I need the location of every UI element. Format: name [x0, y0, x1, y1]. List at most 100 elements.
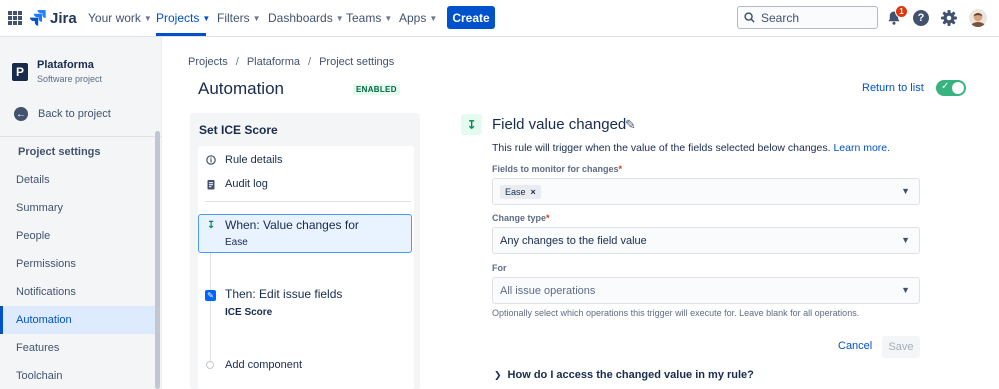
rule-details-link[interactable]: Rule details [206, 154, 282, 166]
selected-field-label: Ease [505, 186, 526, 197]
rule-enabled-toggle[interactable]: ✓ [936, 80, 966, 96]
rule-name: Set ICE Score [199, 123, 278, 137]
breadcrumb: Projects / Plataforma / Project settings [188, 56, 394, 68]
back-to-project-label: Back to project [38, 108, 111, 120]
sidebar-active-indicator [0, 306, 3, 334]
breadcrumb-separator: / [235, 56, 239, 68]
notification-count-badge: 1 [895, 5, 908, 18]
back-to-project-link[interactable]: ← Back to project [14, 107, 111, 121]
jira-logo[interactable]: Jira [30, 9, 77, 27]
chevron-down-icon: ▼ [202, 13, 211, 23]
sidebar-item-automation[interactable]: Automation [16, 314, 72, 326]
chevron-down-icon: ▼ [901, 235, 910, 245]
nav-projects-label: Projects [156, 11, 200, 25]
audit-log-link[interactable]: Audit log [206, 178, 268, 190]
field-changed-icon: ↧ [461, 114, 482, 135]
cancel-button[interactable]: Cancel [838, 340, 872, 352]
clipboard-icon [207, 179, 215, 189]
arrow-left-icon: ← [14, 107, 28, 121]
sidebar-heading: Project settings [18, 146, 101, 158]
breadcrumb-projects[interactable]: Projects [188, 56, 228, 68]
jira-logo-icon [30, 10, 46, 26]
fields-to-monitor-select[interactable]: Ease × ▼ [492, 178, 920, 205]
trigger-icon: ↧ [207, 220, 216, 231]
rule-connector-line [210, 253, 211, 361]
for-operations-placeholder: All issue operations [500, 284, 596, 297]
nav-dashboards-label: Dashboards [268, 11, 333, 25]
nav-apps-label: Apps [399, 11, 427, 25]
project-name: Plataforma [37, 59, 94, 71]
breadcrumb-project-settings[interactable]: Project settings [319, 56, 394, 68]
nav-dashboards[interactable]: Dashboards ▼ [268, 11, 344, 25]
change-type-value: Any changes to the field value [500, 234, 647, 247]
nav-teams-label: Teams [346, 11, 382, 25]
required-marker: * [618, 164, 623, 174]
component-title: Field value changed [492, 116, 627, 133]
info-icon [206, 155, 216, 165]
project-type: Software project [37, 74, 103, 84]
chevron-right-icon: ❯ [494, 369, 502, 380]
action-label[interactable]: Then: Edit issue fields [225, 287, 342, 301]
gear-icon[interactable] [940, 9, 958, 27]
check-icon: ✓ [941, 81, 950, 92]
app-switcher-icon[interactable] [8, 11, 22, 25]
breadcrumb-plataforma[interactable]: Plataforma [247, 56, 300, 68]
chevron-down-icon: ▼ [384, 13, 393, 23]
component-description: This rule will trigger when the value of… [492, 142, 890, 154]
edit-title-icon[interactable]: ✎ [625, 117, 636, 133]
learn-more-link[interactable]: Learn more. [833, 142, 890, 154]
nav-teams[interactable]: Teams ▼ [346, 11, 392, 25]
sidebar-item-notifications[interactable]: Notifications [16, 286, 76, 298]
chevron-down-icon: ▼ [252, 13, 261, 23]
add-component-dot [206, 361, 214, 369]
chevron-down-icon: ▼ [335, 13, 344, 23]
jira-logo-text: Jira [50, 9, 77, 27]
chevron-down-icon: ▼ [429, 13, 438, 23]
search-placeholder: Search [761, 10, 800, 25]
change-type-text: Change type [492, 213, 547, 223]
change-type-select[interactable]: Any changes to the field value ▼ [492, 227, 920, 254]
nav-apps[interactable]: Apps ▼ [399, 11, 437, 25]
action-field: ICE Score [225, 307, 273, 318]
help-icon[interactable]: ? [913, 10, 929, 26]
add-component-link[interactable]: Add component [225, 359, 302, 371]
avatar[interactable] [969, 9, 987, 27]
sidebar-divider [0, 136, 161, 137]
project-avatar: P [12, 63, 28, 81]
sidebar-item-permissions[interactable]: Permissions [16, 258, 76, 270]
nav-active-indicator [156, 33, 206, 36]
sidebar-item-features[interactable]: Features [16, 342, 59, 354]
pencil-icon: ✎ [205, 290, 216, 301]
sidebar-item-people[interactable]: People [16, 230, 50, 242]
sidebar-item-summary[interactable]: Summary [16, 202, 63, 214]
chevron-down-icon: ▼ [901, 186, 910, 196]
faq-expander[interactable]: ❯ How do I access the changed value in m… [494, 369, 754, 381]
sidebar-scrollbar[interactable] [155, 131, 160, 389]
status-badge: ENABLED [353, 84, 400, 95]
search-icon [744, 12, 755, 23]
selected-field-tag: Ease × [500, 184, 541, 199]
for-operations-select[interactable]: All issue operations ▼ [492, 277, 920, 304]
search-input[interactable]: Search [737, 6, 878, 29]
nav-your-work[interactable]: Your work ▼ [88, 11, 152, 25]
page-title: Automation [198, 79, 284, 98]
nav-filters[interactable]: Filters ▼ [217, 11, 261, 25]
fields-to-monitor-text: Fields to monitor for changes [492, 164, 619, 174]
remove-tag-icon[interactable]: × [531, 187, 536, 197]
for-help-text: Optionally select which operations this … [492, 308, 860, 318]
sidebar-item-details[interactable]: Details [16, 174, 50, 186]
for-label: For [492, 263, 507, 273]
create-button[interactable]: Create [447, 6, 495, 29]
sidebar-item-toolchain[interactable]: Toolchain [16, 370, 62, 382]
required-marker: * [546, 213, 550, 223]
project-sidebar: P Plataforma Software project ← Back to … [0, 37, 162, 389]
chevron-down-icon: ▼ [143, 13, 152, 23]
description-text: This rule will trigger when the value of… [492, 142, 831, 154]
trigger-label: When: Value changes for [225, 218, 359, 232]
save-button[interactable]: Save [882, 336, 920, 358]
change-type-label: Change type* [492, 213, 550, 223]
nav-your-work-label: Your work [88, 11, 141, 25]
trigger-field: Ease [225, 237, 248, 248]
return-to-list-link[interactable]: Return to list [862, 82, 924, 94]
nav-projects[interactable]: Projects ▼ [156, 11, 210, 25]
